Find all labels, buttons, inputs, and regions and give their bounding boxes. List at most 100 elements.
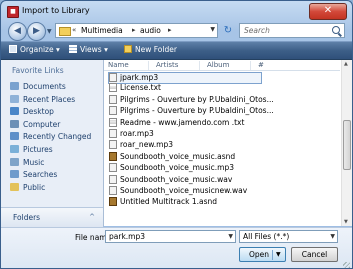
search-icon[interactable] [332, 26, 340, 34]
breadcrumb-multimedia[interactable]: Multimedia [81, 26, 123, 35]
scroll-up-icon[interactable]: ▲ [344, 61, 348, 67]
new-folder-icon [124, 45, 132, 53]
column-header-artists[interactable]: Artists [156, 61, 178, 69]
recent-locations-chevron-icon[interactable]: ▼ [47, 28, 52, 35]
file-row[interactable]: Untitled Multitrack 1.asnd [109, 197, 217, 208]
back-button[interactable]: ◀ [8, 22, 27, 41]
asnd-file-icon [109, 197, 117, 207]
import-dialog: ■ Import to Library ✕ ◀ ▶ ▼ « Multimedia… [0, 0, 353, 269]
mp3-file-icon [109, 163, 117, 173]
desktop-icon [10, 107, 19, 116]
navigation-row: ◀ ▶ ▼ « Multimedia ▸ audio ▸ ▼ ↻ Search [1, 22, 352, 41]
scroll-down-icon[interactable]: ▼ [344, 219, 348, 225]
public-folder-icon [10, 182, 19, 191]
sidebar-item-documents[interactable]: Documents [10, 82, 66, 93]
open-button[interactable]: Open ▼ [239, 247, 286, 262]
title-bar: ■ Import to Library ✕ [1, 1, 352, 21]
sidebar-item-pictures[interactable]: Pictures [10, 145, 53, 156]
app-icon: ■ [7, 6, 19, 18]
file-type-value: All Files (*.*) [243, 232, 290, 241]
file-type-dropdown-icon[interactable]: ▼ [330, 233, 335, 240]
sidebar-item-searches[interactable]: Searches [10, 170, 57, 181]
file-row[interactable]: Readme - www.jamendo.com .txt [109, 117, 244, 129]
column-divider[interactable] [199, 61, 200, 70]
cancel-button[interactable]: Cancel [291, 247, 338, 262]
mp3-file-icon [109, 129, 117, 138]
asnd-file-icon [109, 151, 117, 161]
file-row[interactable]: Pilgrims - Ouverture by P.Ubaldini_Otos.… [109, 94, 274, 106]
sidebar-item-desktop[interactable]: Desktop [10, 107, 54, 118]
scrollbar-thumb[interactable] [343, 120, 351, 170]
open-dropdown-icon[interactable]: ▼ [276, 251, 281, 258]
address-bar[interactable]: « Multimedia ▸ audio ▸ ▼ [55, 23, 218, 38]
sidebar-item-label: Recently Changed [23, 132, 92, 142]
recently-changed-icon [10, 132, 19, 141]
new-folder-button[interactable]: New Folder [124, 45, 177, 54]
views-button[interactable]: Views ▾ [69, 45, 108, 54]
file-row[interactable]: roar_new.mp3 [109, 140, 173, 151]
file-name: Soundbooth_voice_musicnew.wav [120, 186, 248, 195]
folders-toggle[interactable]: Folders ^ [1, 207, 103, 227]
organize-button[interactable]: Organize ▾ [9, 45, 60, 54]
file-name-field[interactable]: park.mp3 ▼ [105, 230, 236, 243]
column-header-row: Name Artists Album # [104, 60, 340, 71]
mp3-file-icon [109, 140, 117, 150]
file-type-select[interactable]: All Files (*.*) ▼ [239, 230, 338, 243]
folder-icon [59, 27, 71, 36]
sidebar-item-label: Public [23, 182, 46, 192]
searches-icon [10, 170, 19, 179]
sidebar-item-label: Documents [23, 82, 66, 91]
file-name: License.txt [120, 83, 161, 93]
breadcrumb-audio[interactable]: audio [140, 26, 161, 35]
sidebar-item-label: Pictures [23, 145, 53, 154]
sidebar-item-recent-places[interactable]: Recent Places [10, 94, 75, 106]
sidebar-item-label: Searches [23, 170, 58, 180]
open-split-divider [272, 250, 273, 260]
file-row[interactable]: Soundbooth_voice_musicnew.wav [109, 186, 247, 197]
file-list-pane: Name Artists Album # jpark.mp3 License.tx… [104, 60, 352, 226]
file-row-selected[interactable]: jpark.mp3 [108, 72, 262, 84]
mp3-file-icon [109, 186, 117, 195]
mp3-file-icon [109, 106, 117, 116]
address-dropdown-icon[interactable]: ▼ [210, 26, 215, 33]
breadcrumb-separator-icon[interactable]: ▸ [132, 26, 136, 34]
mp3-file-icon [109, 174, 117, 184]
sidebar-item-label: Music [23, 157, 45, 167]
column-header-number[interactable]: # [258, 61, 264, 69]
search-input[interactable]: Search [239, 23, 345, 38]
sidebar-item-public[interactable]: Public [10, 182, 46, 194]
organize-label: Organize [20, 45, 54, 54]
file-row[interactable]: roar.mp3 [109, 129, 154, 140]
sidebar-item-music[interactable]: Music [10, 157, 45, 169]
file-name: roar.mp3 [120, 129, 154, 138]
file-row[interactable]: License.txt [109, 83, 161, 94]
txt-file-icon [109, 83, 117, 93]
new-folder-label: New Folder [135, 45, 177, 54]
chevron-up-icon: ^ [89, 213, 95, 221]
file-row[interactable]: Soundbooth_voice_music.mp3 [109, 163, 234, 174]
resize-grip[interactable] [343, 262, 350, 268]
sidebar-item-recently-changed[interactable]: Recently Changed [10, 132, 91, 143]
breadcrumb-overflow-icon[interactable]: « [72, 26, 76, 34]
file-name: Soundbooth_voice_music.asnd [120, 151, 236, 161]
close-button[interactable]: ✕ [309, 3, 347, 20]
navigation-pane: Favorite Links Documents Recent Places Des… [1, 60, 104, 227]
breadcrumb-separator-icon[interactable]: ▸ [168, 26, 172, 34]
file-row[interactable]: Soundbooth_voice_music.wav [109, 174, 233, 186]
file-name: jpark.mp3 [120, 73, 159, 82]
txt-file-icon [109, 117, 117, 127]
vertical-scrollbar[interactable]: ▲ ▼ [341, 60, 352, 226]
favorite-links-heading: Favorite Links [12, 66, 64, 75]
column-header-album[interactable]: Album [207, 61, 229, 69]
sidebar-item-computer[interactable]: Computer [10, 119, 60, 131]
column-header-name[interactable]: Name [108, 61, 129, 69]
refresh-button[interactable]: ↻ [221, 23, 235, 38]
dialog-footer: File name: park.mp3 ▼ All Files (*.*) ▼ … [1, 227, 352, 268]
file-name-dropdown-icon[interactable]: ▼ [228, 233, 233, 240]
file-name: Soundbooth_voice_music.wav [120, 174, 233, 184]
file-row[interactable]: Soundbooth_voice_music.asnd [109, 151, 236, 163]
forward-button[interactable]: ▶ [27, 22, 46, 41]
file-row[interactable]: Pilgrims - Ouverture by P.Ubaldini_Otos.… [109, 106, 274, 117]
column-divider[interactable] [148, 61, 149, 70]
column-divider[interactable] [250, 61, 251, 70]
